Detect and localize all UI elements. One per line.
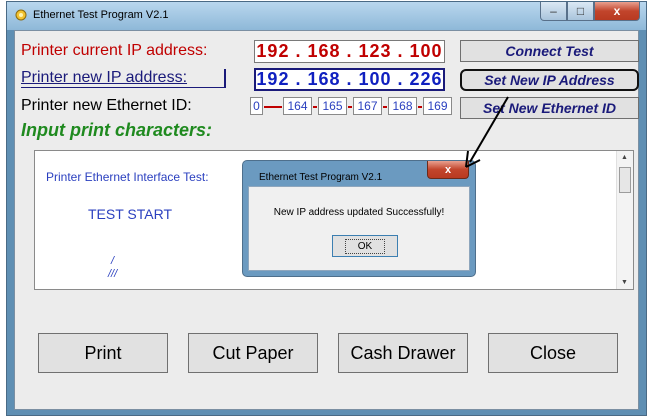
window-title: Ethernet Test Program V2.1: [33, 9, 169, 21]
set-new-ip-button[interactable]: Set New IP Address: [460, 69, 639, 91]
dialog-body: New IP address updated Successfully! OK: [248, 186, 470, 271]
app-icon: [15, 9, 27, 21]
ok-button-label: OK: [344, 238, 386, 254]
close-button[interactable]: Close: [488, 333, 618, 373]
current-ip-field[interactable]: 192 . 168 . 123 . 100: [254, 40, 445, 63]
ethernet-id-cell[interactable]: 0: [250, 97, 263, 115]
close-window-button[interactable]: x: [594, 2, 640, 21]
ethernet-id-cell[interactable]: 165: [318, 97, 347, 115]
dialog-title: Ethernet Test Program V2.1: [259, 172, 383, 183]
ethernet-id-cell[interactable]: 164: [283, 97, 312, 115]
ethernet-id-separator: [264, 106, 282, 108]
scroll-thumb[interactable]: [619, 167, 631, 193]
dialog-close-button[interactable]: x: [427, 161, 469, 179]
scroll-down-icon[interactable]: ▼: [621, 279, 628, 286]
ethernet-id-cell[interactable]: 167: [353, 97, 382, 115]
minimize-button[interactable]: –: [540, 2, 567, 21]
ethernet-id-cell[interactable]: 169: [423, 97, 452, 115]
print-button[interactable]: Print: [38, 333, 168, 373]
input-heading: Input print characters:: [21, 120, 213, 140]
textarea-line: TEST START: [88, 206, 173, 222]
ethernet-id-label: Printer new Ethernet ID:: [21, 97, 192, 114]
dialog-message: New IP address updated Successfully!: [273, 207, 445, 218]
current-ip-label: Printer current IP address:: [21, 42, 208, 59]
set-new-ethernet-id-button[interactable]: Set New Ethernet ID: [460, 97, 639, 119]
textarea-line: Printer Ethernet Interface Test:: [46, 170, 209, 184]
ethernet-id-separator: [418, 106, 422, 108]
ethernet-id-separator: [383, 106, 387, 108]
textarea-line: ///: [108, 268, 118, 280]
new-ip-label-divider: [21, 87, 226, 88]
scroll-up-icon[interactable]: ▲: [621, 154, 628, 161]
ethernet-id-separator: [313, 106, 317, 108]
message-dialog: Ethernet Test Program V2.1 x New IP addr…: [242, 160, 476, 277]
maximize-button[interactable]: □: [567, 2, 594, 21]
ethernet-id-separator: [348, 106, 352, 108]
textarea-line: /: [111, 255, 115, 267]
new-ip-field[interactable]: 192 . 168 . 100 . 226: [254, 68, 445, 91]
cut-paper-button[interactable]: Cut Paper: [188, 333, 318, 373]
ok-button[interactable]: OK: [332, 235, 398, 257]
ethernet-id-cell[interactable]: 168: [388, 97, 417, 115]
new-ip-label-divider-end: [224, 69, 226, 88]
new-ip-label: Printer new IP address:: [21, 69, 188, 86]
title-bar[interactable]: Ethernet Test Program V2.1 – □ x: [7, 2, 646, 30]
vertical-scrollbar[interactable]: ▲ ▼: [616, 151, 633, 289]
cash-drawer-button[interactable]: Cash Drawer: [338, 333, 468, 373]
connect-test-button[interactable]: Connect Test: [460, 40, 639, 62]
